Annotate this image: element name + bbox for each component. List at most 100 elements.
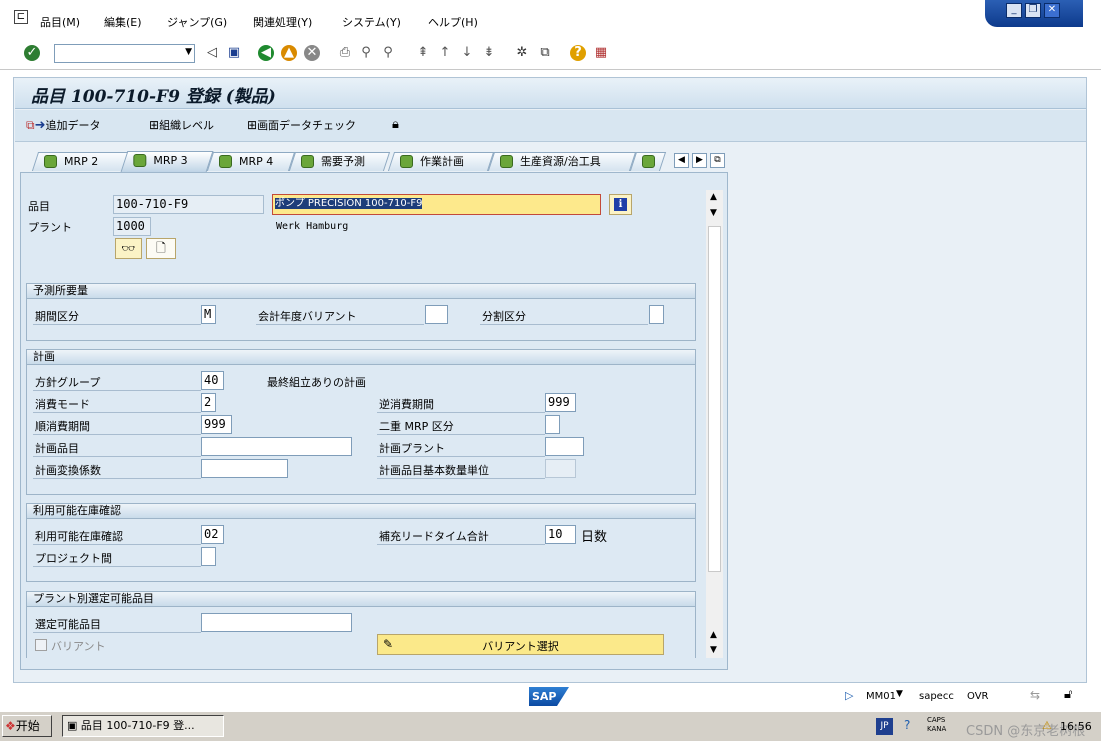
tab-mrp4[interactable]: MRP 4 [206,152,296,171]
add-data-icon: ⧉ [26,118,35,132]
org-levels-button[interactable]: ⊞組織レベル [149,117,214,133]
divider [377,478,545,479]
document-icon[interactable]: 🗋︎ [146,238,176,259]
vertical-scrollbar[interactable]: ▲ ▼ ▲ ▼ [706,190,723,658]
add-data-label: 追加データ [45,119,101,132]
enter-icon[interactable]: ✓ [24,45,40,61]
find-icon[interactable]: ⚲ [358,45,374,61]
cross-project-field[interactable] [201,547,216,566]
layout-menu-icon[interactable]: ▦ [593,45,609,61]
period-indicator-field[interactable]: M [201,305,216,324]
navigate-back-icon[interactable]: ◁ [204,45,220,61]
availability-check-field[interactable]: 02 [201,525,224,544]
previous-page-icon[interactable]: ↑ [437,45,453,61]
first-page-icon[interactable]: ⇞ [415,45,431,61]
transaction-code: MM01 [866,691,896,702]
mixed-mrp-field[interactable] [545,415,560,434]
tab-more[interactable] [629,152,667,171]
tab-scroll-left-icon[interactable]: ◀ [674,153,689,168]
next-page-icon[interactable]: ↓ [459,45,475,61]
tab-prt[interactable]: 生産資源/治工具 [487,152,637,171]
tab-scroll-right-icon[interactable]: ▶ [692,153,707,168]
strategy-group-label: 方針グループ [35,376,101,389]
page-title: 品目 100-710-F9 登録 (製品) [31,87,276,107]
scroll-down-icon[interactable]: ▲ [710,630,717,640]
scroll-top-icon[interactable]: ▲ [710,192,717,202]
lock-icon[interactable]: 🔒︎ [392,117,399,132]
glasses-icon[interactable]: 👓︎ [115,238,142,259]
save-icon[interactable]: ▣ [226,45,242,61]
scroll-thumb[interactable] [708,226,721,572]
cancel-icon[interactable]: ✕ [304,45,320,61]
tab-mrp3[interactable]: MRP 3 [120,151,214,172]
divider [33,412,201,413]
backward-consumption-field[interactable]: 999 [545,393,576,412]
command-field[interactable]: ▼ [54,44,195,63]
divider [377,544,545,545]
minimize-button[interactable]: _ [1006,3,1022,18]
create-session-icon[interactable]: ✲ [514,45,530,61]
menu-environment[interactable]: 関連処理(Y) [253,14,312,30]
planning-plant-field[interactable] [545,437,584,456]
availability-check-label: 利用可能在庫確認 [35,530,123,543]
total-replenishment-lead-time-field[interactable]: 10 [545,525,576,544]
menu-system[interactable]: システム(Y) [342,14,401,30]
backward-consumption-label: 逆消費期間 [379,398,434,411]
scroll-bottom-icon[interactable]: ▼ [710,645,717,655]
print-icon[interactable]: ⎙ [337,45,353,61]
split-indicator-field[interactable] [649,305,664,324]
secure-lock-icon[interactable]: 🔓︎ [1064,687,1072,702]
menu-help[interactable]: ヘルプ(H) [428,14,478,30]
sap-menu-icon[interactable]: ⊏ [14,10,28,24]
tab-check-icon [400,155,413,168]
menu-goto[interactable]: ジャンプ(G) [167,14,227,30]
tab-forecast[interactable]: 需要予測 [288,152,391,171]
divider [33,566,201,567]
menu-material[interactable]: 品目(M) [40,14,80,30]
ime-help-icon[interactable]: ? [904,718,910,732]
plant-field[interactable]: 1000 [113,217,151,236]
forward-consumption-field[interactable]: 999 [201,415,232,434]
status-bar: SAP ▷ MM01 ▼ sapecc OVR ⇆ 🔓︎ [0,684,1101,710]
scroll-up-icon[interactable]: ▼ [710,208,717,218]
status-dropdown-icon[interactable]: ▼ [896,689,903,699]
consumption-mode-field[interactable]: 2 [201,393,216,412]
exit-icon[interactable]: ▲ [281,45,297,61]
tab-check-icon [219,155,232,168]
close-button[interactable]: ✕ [1044,3,1060,18]
tab-work-scheduling[interactable]: 作業計画 [387,152,495,171]
variant-select-button[interactable]: ✎ バリアント選択 [377,634,664,655]
variant-select-label: バリアント選択 [482,640,559,653]
material-description-field[interactable]: ポンプ PRECISION 100-710-F9 [272,194,601,215]
last-page-icon[interactable]: ⇟ [481,45,497,61]
material-field[interactable]: 100-710-F9 [113,195,264,214]
check-data-icon: ⊞ [247,118,258,132]
fy-variant-field[interactable] [425,305,448,324]
divider [33,434,201,435]
check-screen-data-button[interactable]: ⊞画面データチェック [247,117,356,133]
configurable-material-field[interactable] [201,613,352,632]
shortcut-icon[interactable]: ⧉ [537,45,553,61]
cross-project-label: プロジェクト間 [35,552,112,565]
tab-list-icon[interactable]: ⧉ [710,153,725,168]
language-indicator[interactable]: JP [876,718,893,735]
tab-mrp2[interactable]: MRP 2 [31,152,133,171]
conversion-factor-field[interactable] [201,459,288,478]
menu-edit[interactable]: 編集(E) [104,14,142,30]
find-next-icon[interactable]: ⚲ [380,45,396,61]
strategy-group-field[interactable]: 40 [201,371,224,390]
task-sap-window[interactable]: ▣ 品目 100-710-F9 登... [62,715,224,737]
back-icon[interactable]: ◀ [258,45,274,61]
start-button[interactable]: ❖开始 [2,715,52,737]
add-data-button[interactable]: ⧉➜追加データ [26,117,100,133]
windows-taskbar: ❖开始 ▣ 品目 100-710-F9 登... JP ? CAPS KANA … [0,711,1101,741]
chevron-down-icon[interactable]: ▼ [185,47,192,57]
help-icon[interactable]: ? [570,45,586,61]
tab-label: MRP 2 [64,155,99,168]
status-expand-icon[interactable]: ▷ [845,689,853,702]
forecast-group: 予測所要量 [26,283,696,341]
variant-checkbox[interactable] [35,639,47,651]
planning-material-field[interactable] [201,437,352,456]
info-button[interactable]: i [609,194,632,215]
restore-button[interactable]: ❐ [1025,3,1041,18]
